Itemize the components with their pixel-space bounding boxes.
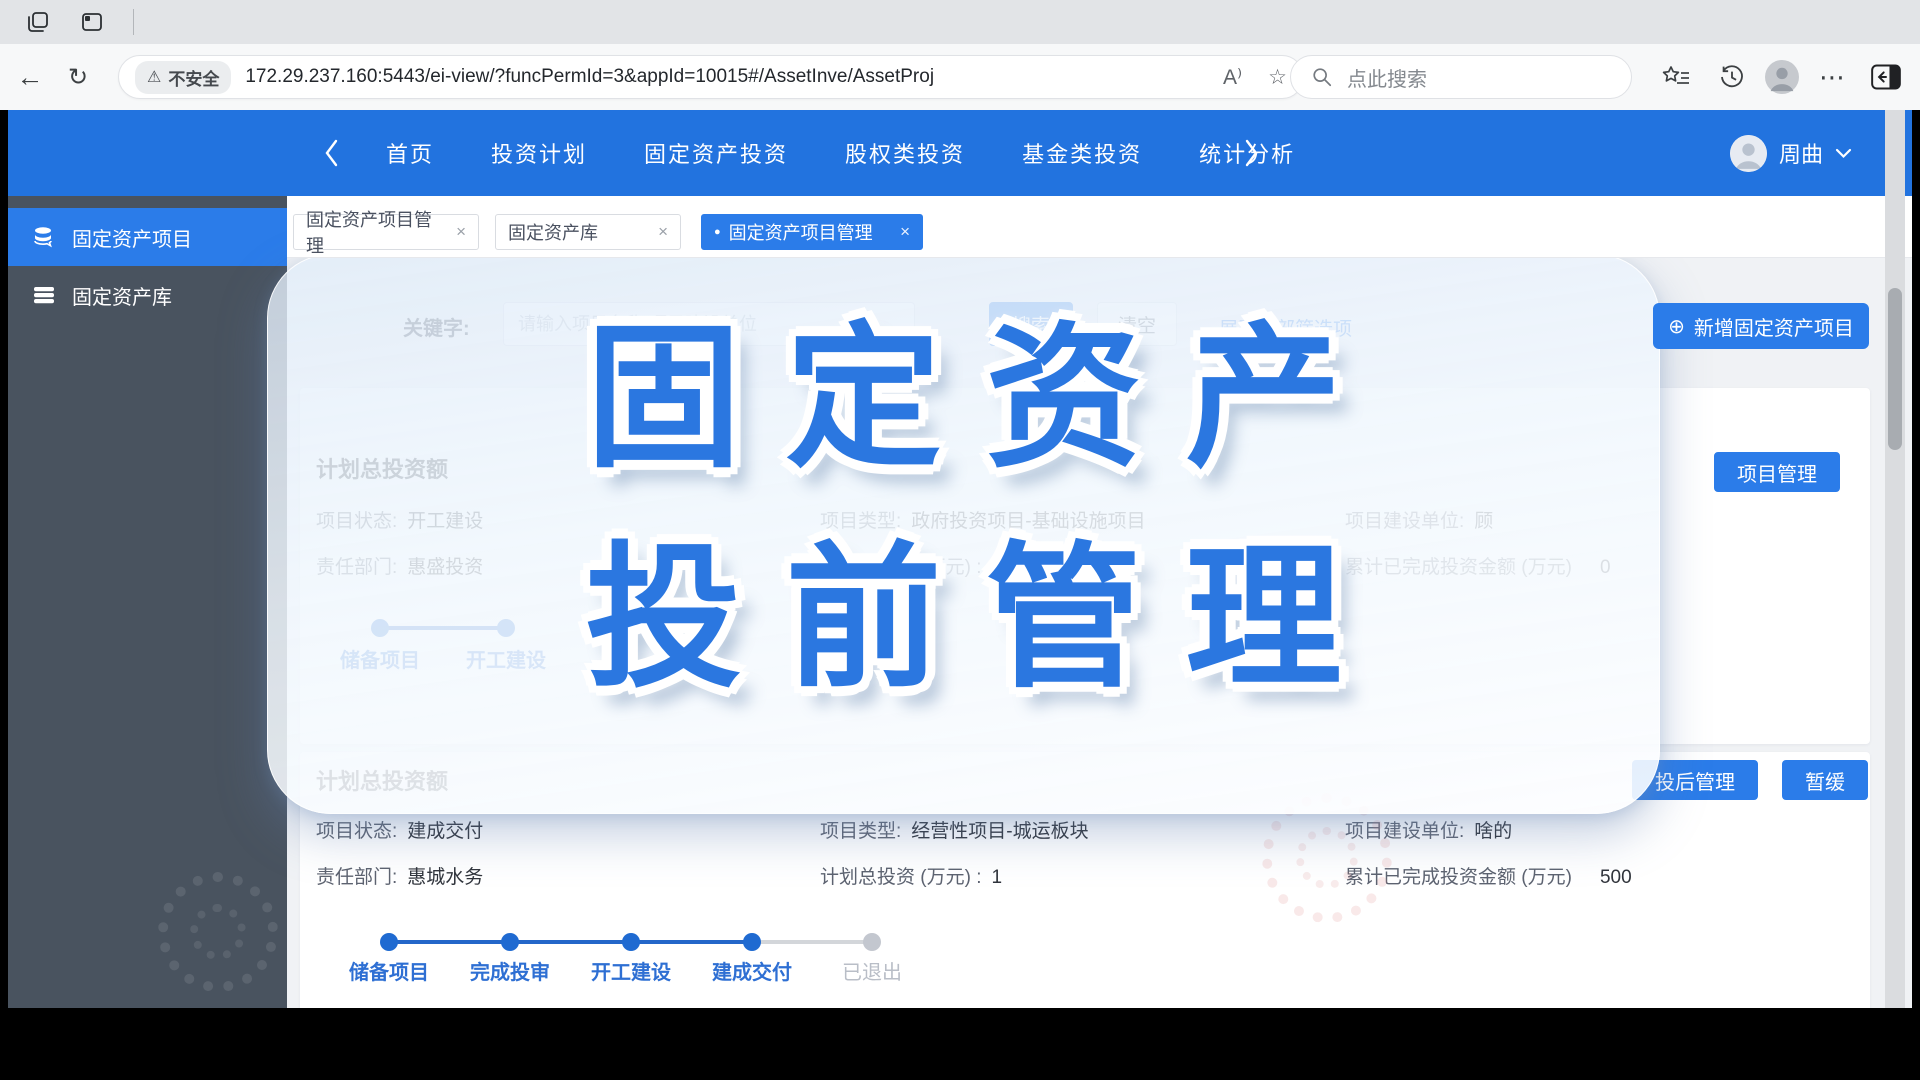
- step-label: 完成投审: [450, 956, 570, 985]
- step-label: 储备项目: [329, 956, 449, 985]
- sidebar-item-fixed-asset-library[interactable]: 固定资产库: [8, 266, 287, 324]
- url-text: 172.29.237.160:5443/ei-view/?funcPermId=…: [245, 66, 1197, 88]
- field-responsible-dept: 责任部门:惠城水务: [316, 862, 820, 892]
- project-manage-button[interactable]: 项目管理: [1714, 452, 1840, 492]
- close-icon[interactable]: ×: [456, 222, 466, 242]
- page-scrollbar[interactable]: [1885, 110, 1905, 1008]
- warning-icon: ⚠: [147, 67, 161, 87]
- nav-item-fixed-asset-invest[interactable]: 固定资产投资: [644, 137, 788, 169]
- step-label: 已退出: [812, 956, 932, 985]
- doc-tab-asset-project-mgmt[interactable]: 固定资产项目管理 ×: [293, 214, 479, 250]
- read-aloud-icon[interactable]: A⁾: [1223, 65, 1242, 90]
- suspend-button[interactable]: 暂缓: [1782, 760, 1868, 800]
- field-project-status: 项目状态:建成交付: [316, 816, 820, 846]
- step-dot: [743, 933, 761, 951]
- back-icon[interactable]: ←: [10, 44, 50, 110]
- letterbox-right: [1912, 110, 1920, 1080]
- doc-tab-label: 固定资产项目管理: [729, 219, 873, 245]
- doc-tab-asset-library[interactable]: 固定资产库 ×: [495, 214, 681, 250]
- nav-item-home[interactable]: 首页: [386, 137, 434, 169]
- document-tab-bar: 固定资产项目管理 × 固定资产库 × ● 固定资产项目管理 ×: [287, 196, 1912, 258]
- sidebar: 固定资产项目 固定资产库: [8, 196, 287, 1008]
- watermark-overlay: 固定资产 投前管理: [267, 254, 1660, 814]
- security-chip[interactable]: ⚠ 不安全: [135, 61, 231, 94]
- field-build-unit: 项目建设单位:啥的: [1345, 816, 1854, 846]
- add-asset-project-button[interactable]: ⊕ 新增固定资产项目: [1653, 303, 1869, 349]
- nav-item-fund-invest[interactable]: 基金类投资: [1022, 137, 1142, 169]
- watermark-line-1: 固定资产: [542, 317, 1386, 481]
- database-icon: [32, 225, 56, 249]
- user-chevron-down-icon: [1835, 148, 1852, 159]
- close-icon[interactable]: ×: [900, 222, 910, 242]
- step-dot: [622, 933, 640, 951]
- vertical-tabs-icon[interactable]: [80, 10, 104, 34]
- screen: ← ↻ ⚠ 不安全 172.29.237.160:5443/ei-view/?f…: [0, 0, 1920, 1080]
- letterbox-bottom: [0, 1008, 1920, 1080]
- app-nav: 首页 投资计划 固定资产投资 股权类投资 基金类投资 统计分析 周曲: [8, 110, 1912, 196]
- sidebar-item-label: 固定资产库: [72, 281, 172, 310]
- doc-tab-label: 固定资产库: [508, 219, 598, 245]
- browser-search-box[interactable]: 点此搜索: [1290, 55, 1632, 99]
- sidebar-item-fixed-asset-project[interactable]: 固定资产项目: [8, 208, 287, 266]
- nav-menu: 首页 投资计划 固定资产投资 股权类投资 基金类投资 统计分析: [386, 110, 1295, 196]
- user-avatar: [1730, 135, 1767, 172]
- history-icon[interactable]: [1712, 44, 1752, 110]
- security-label: 不安全: [168, 65, 219, 90]
- browser-toolbar: ← ↻ ⚠ 不安全 172.29.237.160:5443/ei-view/?f…: [0, 44, 1920, 110]
- favorites-hub-icon[interactable]: [1656, 44, 1696, 110]
- tabstrip-separator: [133, 9, 134, 35]
- browser-tabstrip: [0, 0, 1920, 44]
- nav-item-equity-invest[interactable]: 股权类投资: [845, 137, 965, 169]
- search-icon: [1311, 66, 1333, 88]
- field-completed-invest: 累计已完成投资金额 (万元)500: [1345, 862, 1854, 892]
- doc-tab-asset-project-mgmt-active[interactable]: ● 固定资产项目管理 ×: [701, 214, 923, 250]
- scrollbar-thumb[interactable]: [1888, 288, 1902, 450]
- user-name: 周曲: [1779, 137, 1823, 169]
- add-icon: ⊕: [1668, 314, 1685, 339]
- nav-chevron-left-icon[interactable]: [324, 138, 339, 168]
- sidebar-item-label: 固定资产项目: [72, 223, 192, 252]
- list-icon: [32, 283, 56, 307]
- refresh-icon[interactable]: ↻: [58, 44, 98, 110]
- sidebar-watermark-ornament: [158, 872, 278, 992]
- step-label: 开工建设: [571, 956, 691, 985]
- doc-tab-label: 固定资产项目管理: [306, 206, 448, 258]
- step-dot: [501, 933, 519, 951]
- profile-icon[interactable]: [1762, 44, 1802, 110]
- step-label: 建成交付: [692, 956, 812, 985]
- field-planned-invest: 计划总投资 (万元) :1: [820, 862, 1345, 892]
- tab-actions-icon[interactable]: [26, 10, 50, 34]
- step-dot: [863, 933, 881, 951]
- address-bar[interactable]: ⚠ 不安全 172.29.237.160:5443/ei-view/?funcP…: [118, 55, 1304, 99]
- step-dot: [380, 933, 398, 951]
- active-dot-icon: ●: [714, 226, 721, 238]
- close-icon[interactable]: ×: [658, 222, 668, 242]
- more-icon[interactable]: ⋯: [1812, 44, 1852, 110]
- nav-chevron-right-icon[interactable]: [1244, 138, 1259, 168]
- copilot-sidebar-icon[interactable]: [1864, 44, 1908, 110]
- web-page: 首页 投资计划 固定资产投资 股权类投资 基金类投资 统计分析 周曲: [8, 110, 1912, 1008]
- user-menu[interactable]: 周曲: [1730, 110, 1852, 196]
- letterbox-left: [0, 110, 8, 1080]
- favorite-star-icon[interactable]: ☆: [1268, 65, 1287, 90]
- watermark-line-2: 投前管理: [542, 537, 1386, 701]
- card-fields: 项目状态:建成交付 项目类型:经营性项目-城运板块 项目建设单位:啥的 责任部门…: [316, 816, 1854, 892]
- field-project-type: 项目类型:经营性项目-城运板块: [820, 816, 1345, 846]
- nav-item-invest-plan[interactable]: 投资计划: [491, 137, 587, 169]
- browser-search-placeholder: 点此搜索: [1347, 63, 1427, 92]
